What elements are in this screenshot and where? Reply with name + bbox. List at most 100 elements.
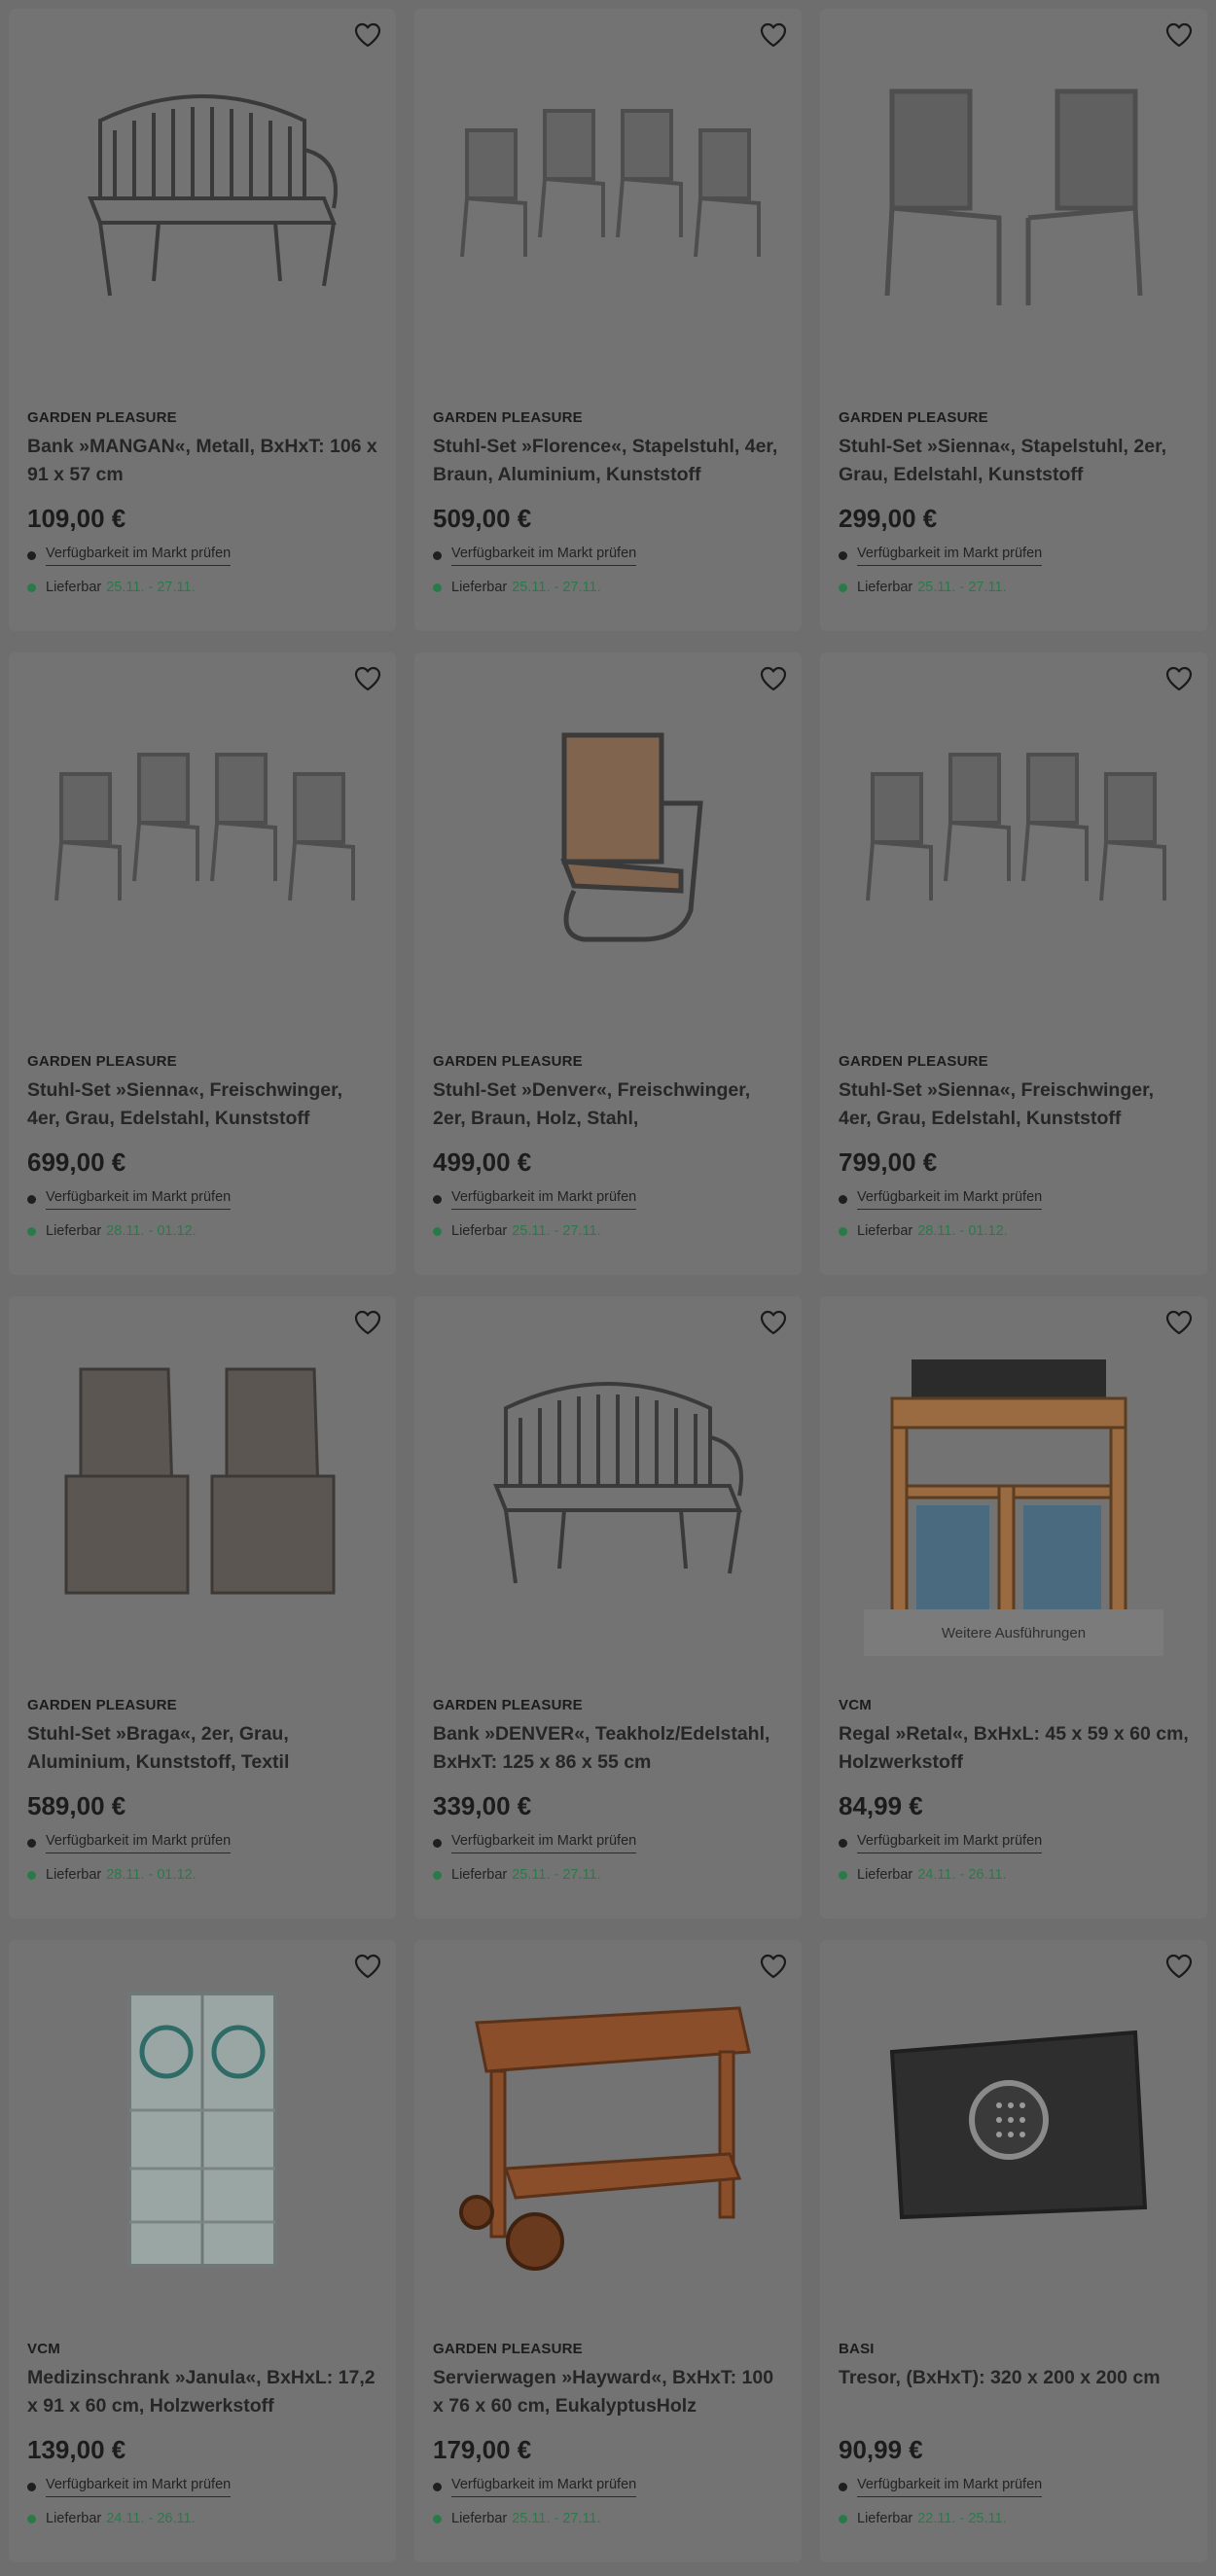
safe-icon[interactable]	[820, 1969, 1207, 2290]
product-info: BASI Tresor, (BxHxT): 320 x 200 x 200 cm…	[839, 2341, 1189, 2526]
delivery-status-dot-icon	[839, 582, 847, 592]
availability-link[interactable]: Verfügbarkeit im Markt prüfen	[451, 1189, 637, 1210]
delivery-row: Lieferbar 24.11. - 26.11.	[27, 2511, 377, 2526]
product-title[interactable]: Stuhl-Set »Florence«, Stapelstuhl, 4er, …	[433, 433, 783, 489]
chair-set-icon[interactable]	[9, 682, 396, 1003]
product-title[interactable]: Tresor, (BxHxT): 320 x 200 x 200 cm	[839, 2364, 1189, 2420]
trolley-icon[interactable]	[414, 1969, 802, 2290]
availability-link[interactable]: Verfügbarkeit im Markt prüfen	[451, 546, 637, 566]
availability-link[interactable]: Verfügbarkeit im Markt prüfen	[857, 546, 1043, 566]
product-title[interactable]: Stuhl-Set »Braga«, 2er, Grau, Aluminium,…	[27, 1720, 377, 1777]
product-info: GARDEN PLEASURE Stuhl-Set »Sienna«, Frei…	[839, 1053, 1189, 1239]
product-brand: GARDEN PLEASURE	[433, 1697, 583, 1713]
availability-link[interactable]: Verfügbarkeit im Markt prüfen	[46, 1189, 232, 1210]
product-info: GARDEN PLEASURE Stuhl-Set »Sienna«, Stap…	[839, 409, 1189, 595]
product-brand: GARDEN PLEASURE	[839, 1053, 988, 1070]
product-brand: VCM	[839, 1697, 872, 1713]
delivery-status-dot-icon	[27, 582, 36, 592]
availability-dot-icon	[433, 2483, 442, 2491]
product-card-9[interactable]: VCM Regal »Retal«, BxHxL: 45 x 59 x 60 c…	[820, 1296, 1207, 1919]
availability-row: Verfügbarkeit im Markt prüfen	[839, 1189, 1189, 1210]
availability-link[interactable]: Verfügbarkeit im Markt prüfen	[857, 1833, 1043, 1853]
delivery-label: Lieferbar	[451, 580, 508, 595]
product-card-5[interactable]: GARDEN PLEASURE Stuhl-Set »Denver«, Frei…	[414, 653, 802, 1275]
product-brand: GARDEN PLEASURE	[433, 2341, 583, 2357]
delivery-date: 28.11. - 01.12.	[917, 1223, 1008, 1239]
delivery-label: Lieferbar	[857, 1223, 913, 1239]
availability-dot-icon	[27, 2483, 36, 2491]
delivery-date: 24.11. - 26.11.	[917, 1867, 1007, 1883]
product-card-7[interactable]: GARDEN PLEASURE Stuhl-Set »Braga«, 2er, …	[9, 1296, 396, 1919]
product-card-1[interactable]: GARDEN PLEASURE Bank »MANGAN«, Metall, B…	[9, 9, 396, 631]
product-brand: GARDEN PLEASURE	[433, 409, 583, 426]
availability-row: Verfügbarkeit im Markt prüfen	[27, 546, 377, 566]
availability-link[interactable]: Verfügbarkeit im Markt prüfen	[451, 2477, 637, 2497]
product-card-10[interactable]: VCM Medizinschrank »Janula«, BxHxL: 17,2…	[9, 1940, 396, 2562]
product-card-12[interactable]: BASI Tresor, (BxHxT): 320 x 200 x 200 cm…	[820, 1940, 1207, 2562]
product-title[interactable]: Stuhl-Set »Sienna«, Stapelstuhl, 2er, Gr…	[839, 433, 1189, 489]
availability-link[interactable]: Verfügbarkeit im Markt prüfen	[46, 1833, 232, 1853]
shelf-icon[interactable]	[820, 1325, 1207, 1646]
more-variants-button[interactable]: Weitere Ausführungen	[864, 1609, 1163, 1656]
product-card-6[interactable]: GARDEN PLEASURE Stuhl-Set »Sienna«, Frei…	[820, 653, 1207, 1275]
armchair-pair-icon[interactable]	[9, 1325, 396, 1646]
availability-dot-icon	[433, 1195, 442, 1204]
product-price: 499,00 €	[433, 1147, 532, 1177]
availability-dot-icon	[27, 1195, 36, 1204]
chair-set-icon[interactable]	[414, 38, 802, 359]
bench-icon[interactable]	[9, 38, 396, 359]
product-info: GARDEN PLEASURE Stuhl-Set »Braga«, 2er, …	[27, 1697, 377, 1883]
delivery-label: Lieferbar	[451, 1867, 508, 1883]
product-title[interactable]: Bank »DENVER«, Teakholz/Edelstahl, BxHxT…	[433, 1720, 783, 1777]
product-price: 509,00 €	[433, 504, 532, 533]
chair-pair-icon[interactable]	[820, 38, 1207, 359]
product-title[interactable]: Stuhl-Set »Denver«, Freischwinger, 2er, …	[433, 1076, 783, 1133]
product-card-4[interactable]: GARDEN PLEASURE Stuhl-Set »Sienna«, Frei…	[9, 653, 396, 1275]
availability-link[interactable]: Verfügbarkeit im Markt prüfen	[451, 1833, 637, 1853]
product-brand: GARDEN PLEASURE	[27, 1697, 177, 1713]
delivery-status-dot-icon	[839, 1870, 847, 1880]
availability-row: Verfügbarkeit im Markt prüfen	[839, 546, 1189, 566]
availability-link[interactable]: Verfügbarkeit im Markt prüfen	[46, 546, 232, 566]
product-price: 589,00 €	[27, 1791, 126, 1820]
product-brand: VCM	[27, 2341, 60, 2357]
availability-link[interactable]: Verfügbarkeit im Markt prüfen	[857, 2477, 1043, 2497]
product-card-2[interactable]: GARDEN PLEASURE Stuhl-Set »Florence«, St…	[414, 9, 802, 631]
product-title[interactable]: Servierwagen »Hayward«, BxHxT: 100 x 76 …	[433, 2364, 783, 2420]
delivery-row: Lieferbar 25.11. - 27.11.	[27, 580, 377, 595]
delivery-date: 25.11. - 27.11.	[512, 1223, 601, 1239]
delivery-status-dot-icon	[27, 1226, 36, 1236]
product-price: 179,00 €	[433, 2435, 532, 2464]
delivery-row: Lieferbar 25.11. - 27.11.	[839, 580, 1189, 595]
delivery-label: Lieferbar	[451, 1223, 508, 1239]
delivery-date: 22.11. - 25.11.	[917, 2511, 1007, 2526]
delivery-date: 25.11. - 27.11.	[512, 2511, 601, 2526]
bench-icon[interactable]	[414, 1325, 802, 1646]
product-title[interactable]: Regal »Retal«, BxHxL: 45 x 59 x 60 cm, H…	[839, 1720, 1189, 1777]
product-brand: GARDEN PLEASURE	[839, 409, 988, 426]
delivery-row: Lieferbar 24.11. - 26.11.	[839, 1867, 1189, 1883]
product-title[interactable]: Stuhl-Set »Sienna«, Freischwinger, 4er, …	[27, 1076, 377, 1133]
product-price: 84,99 €	[839, 1791, 923, 1820]
product-title[interactable]: Stuhl-Set »Sienna«, Freischwinger, 4er, …	[839, 1076, 1189, 1133]
product-card-11[interactable]: GARDEN PLEASURE Servierwagen »Hayward«, …	[414, 1940, 802, 2562]
delivery-label: Lieferbar	[46, 580, 102, 595]
delivery-status-dot-icon	[27, 2514, 36, 2523]
delivery-row: Lieferbar 25.11. - 27.11.	[433, 2511, 783, 2526]
delivery-row: Lieferbar 28.11. - 01.12.	[839, 1223, 1189, 1239]
delivery-row: Lieferbar 25.11. - 27.11.	[433, 1223, 783, 1239]
availability-link[interactable]: Verfügbarkeit im Markt prüfen	[857, 1189, 1043, 1210]
product-title[interactable]: Bank »MANGAN«, Metall, BxHxT: 106 x 91 x…	[27, 433, 377, 489]
product-info: GARDEN PLEASURE Stuhl-Set »Denver«, Frei…	[433, 1053, 783, 1239]
chair-icon[interactable]	[414, 682, 802, 1003]
availability-link[interactable]: Verfügbarkeit im Markt prüfen	[46, 2477, 232, 2497]
cabinet-icon[interactable]	[9, 1969, 396, 2290]
chair-set-icon[interactable]	[820, 682, 1207, 1003]
product-card-3[interactable]: GARDEN PLEASURE Stuhl-Set »Sienna«, Stap…	[820, 9, 1207, 631]
delivery-date: 25.11. - 27.11.	[512, 1867, 601, 1883]
product-card-8[interactable]: GARDEN PLEASURE Bank »DENVER«, Teakholz/…	[414, 1296, 802, 1919]
delivery-status-dot-icon	[27, 1870, 36, 1880]
availability-row: Verfügbarkeit im Markt prüfen	[433, 1189, 783, 1210]
delivery-status-dot-icon	[433, 1870, 442, 1880]
product-title[interactable]: Medizinschrank »Janula«, BxHxL: 17,2 x 9…	[27, 2364, 377, 2420]
